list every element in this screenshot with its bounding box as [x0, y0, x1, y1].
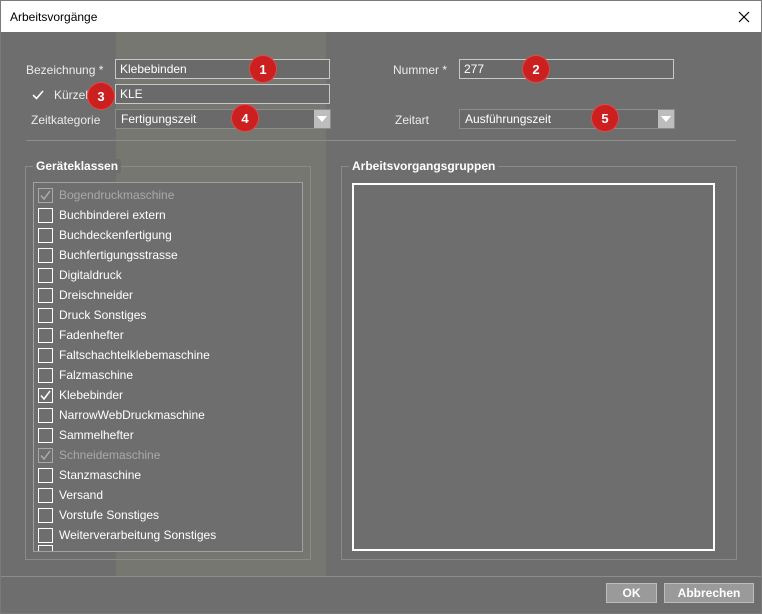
list-item-label: Vorstufe Sonstiges	[59, 508, 160, 522]
cancel-button[interactable]: Abbrechen	[664, 583, 754, 603]
title-bar: Arbeitsvorgänge	[1, 1, 761, 32]
list-item-partial	[38, 545, 53, 551]
checkbox[interactable]	[38, 247, 53, 263]
list-item[interactable]: Vorstufe Sonstiges	[38, 505, 159, 525]
list-item[interactable]: Buchbinderei extern	[38, 205, 166, 225]
checkbox[interactable]	[38, 367, 53, 383]
close-icon	[738, 11, 750, 22]
separator	[1, 576, 761, 577]
list-item[interactable]: NarrowWebDruckmaschine	[38, 405, 205, 425]
callout-badge-4: 4	[232, 105, 258, 131]
close-button[interactable]	[727, 1, 761, 32]
arbeitsvorgangsgruppen-tree[interactable]	[352, 183, 715, 551]
dialog-content: Bezeichnung * Klebebinden Nummer * 277 K…	[1, 32, 761, 613]
list-item-label: Falzmaschine	[59, 368, 134, 382]
kuerzel-input[interactable]: KLE	[115, 84, 330, 104]
checkbox[interactable]	[38, 387, 53, 403]
checkmark-icon	[40, 390, 51, 400]
list-item[interactable]: Digitaldruck	[38, 265, 122, 285]
list-item-label: Digitaldruck	[59, 268, 122, 282]
checkbox[interactable]	[38, 207, 53, 223]
kuerzel-checkbox[interactable]	[31, 88, 45, 102]
nummer-input[interactable]: 277	[459, 59, 674, 79]
list-item[interactable]: Stanzmaschine	[38, 465, 141, 485]
checkmark-icon	[32, 90, 44, 100]
callout-badge-2: 2	[523, 56, 549, 82]
list-item[interactable]: Weiterverarbeitung Sonstiges	[38, 525, 216, 545]
list-item[interactable]: Versand	[38, 485, 103, 505]
callout-badge-1: 1	[250, 56, 276, 82]
checkbox[interactable]	[38, 487, 53, 503]
zeitart-value: Ausführungszeit	[465, 112, 552, 126]
zeitart-dropdown[interactable]: Ausführungszeit	[459, 109, 675, 129]
checkbox[interactable]	[38, 427, 53, 443]
list-item-label: NarrowWebDruckmaschine	[59, 408, 205, 422]
chevron-down-icon	[658, 110, 674, 128]
separator	[26, 140, 736, 141]
checkbox[interactable]	[38, 287, 53, 303]
arbeitsvorgangsgruppen-title: Arbeitsvorgangsgruppen	[349, 159, 499, 173]
checkmark-icon	[40, 450, 51, 460]
checkbox[interactable]	[38, 407, 53, 423]
checkbox[interactable]	[38, 527, 53, 543]
chevron-down-icon	[314, 110, 330, 128]
nummer-label: Nummer *	[393, 63, 448, 77]
checkbox[interactable]	[38, 227, 53, 243]
window-title: Arbeitsvorgänge	[10, 10, 98, 24]
zeitart-label: Zeitart	[395, 113, 430, 127]
bezeichnung-label: Bezeichnung *	[26, 63, 104, 77]
list-item[interactable]: Buchfertigungsstrasse	[38, 245, 178, 265]
list-item-label: Schneidemaschine	[59, 448, 161, 462]
list-item-label: Buchdeckenfertigung	[59, 228, 172, 242]
zeitkategorie-value: Fertigungszeit	[121, 112, 197, 126]
list-item[interactable]: Druck Sonstiges	[38, 305, 146, 325]
checkbox[interactable]	[38, 307, 53, 323]
dialog-window: Arbeitsvorgänge Bezeichnung * Klebebinde…	[0, 0, 762, 614]
list-item[interactable]: Fadenhefter	[38, 325, 124, 345]
zeitkategorie-dropdown[interactable]: Fertigungszeit	[115, 109, 331, 129]
zeitkategorie-label: Zeitkategorie	[31, 113, 101, 127]
list-item-label: Druck Sonstiges	[59, 308, 147, 322]
list-item-label: Faltschachtelklebemaschine	[59, 348, 210, 362]
geraeteklassen-title: Geräteklassen	[33, 159, 122, 173]
checkbox[interactable]	[38, 467, 53, 483]
list-item-label: Buchbinderei extern	[59, 208, 166, 222]
checkbox[interactable]	[38, 347, 53, 363]
list-item-label: Klebebinder	[59, 388, 124, 402]
list-item: Schneidemaschine	[38, 445, 160, 465]
list-item-label: Versand	[59, 488, 104, 502]
list-item[interactable]: Sammelhefter	[38, 425, 134, 445]
checkbox	[38, 187, 53, 203]
list-item-label: Weiterverarbeitung Sonstiges	[59, 528, 217, 542]
list-item[interactable]: Dreischneider	[38, 285, 133, 305]
geraeteklassen-list[interactable]: Bogendruckmaschine Buchbinderei extern Buc…	[33, 182, 303, 552]
ok-button[interactable]: OK	[606, 583, 657, 603]
list-item[interactable]: Falzmaschine	[38, 365, 133, 385]
list-item[interactable]: Buchdeckenfertigung	[38, 225, 172, 245]
list-item-label: Sammelhefter	[59, 428, 134, 442]
list-item-label: Dreischneider	[59, 288, 134, 302]
list-item-label: Buchfertigungsstrasse	[59, 248, 178, 262]
bezeichnung-input[interactable]: Klebebinden	[115, 59, 330, 79]
checkmark-icon	[40, 190, 51, 200]
list-item-label: Stanzmaschine	[59, 468, 142, 482]
list-item: Bogendruckmaschine	[38, 185, 174, 205]
callout-badge-3: 3	[88, 83, 114, 109]
checkbox	[38, 447, 53, 463]
list-item-label: Fadenhefter	[59, 328, 124, 342]
list-item[interactable]: Faltschachtelklebemaschine	[38, 345, 210, 365]
list-item[interactable]: Klebebinder	[38, 385, 123, 405]
callout-badge-5: 5	[592, 105, 618, 131]
checkbox[interactable]	[38, 267, 53, 283]
checkbox[interactable]	[38, 327, 53, 343]
checkbox[interactable]	[38, 507, 53, 523]
list-item-label: Bogendruckmaschine	[59, 188, 175, 202]
